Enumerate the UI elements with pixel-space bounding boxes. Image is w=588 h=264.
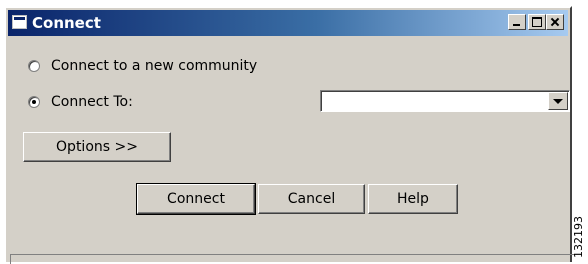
help-button[interactable]: Help xyxy=(368,184,458,214)
connect-dialog: Connect Connect to a new community Conne… xyxy=(4,6,574,264)
options-button[interactable]: Options >> xyxy=(23,132,171,162)
new-community-radio[interactable] xyxy=(28,60,40,72)
window-icon xyxy=(12,15,27,29)
connect-to-combobox[interactable] xyxy=(320,90,570,112)
minimize-button[interactable] xyxy=(508,14,526,30)
connect-to-radio[interactable] xyxy=(28,96,40,108)
connect-to-option[interactable]: Connect To: xyxy=(28,92,133,112)
new-community-option[interactable]: Connect to a new community xyxy=(28,56,257,76)
cancel-button[interactable]: Cancel xyxy=(258,184,365,214)
connect-button[interactable]: Connect xyxy=(136,183,256,215)
new-community-label: Connect to a new community xyxy=(51,58,258,74)
title-bar[interactable]: Connect xyxy=(8,10,568,36)
dropdown-arrow-icon[interactable] xyxy=(548,92,568,110)
window-title: Connect xyxy=(32,14,101,32)
close-button[interactable] xyxy=(546,14,564,30)
figure-id: 132193 xyxy=(572,200,586,260)
figure-id-text: 132193 xyxy=(572,216,585,258)
status-bar xyxy=(10,254,574,264)
connect-to-label: Connect To: xyxy=(51,94,133,110)
maximize-button[interactable] xyxy=(528,14,546,30)
